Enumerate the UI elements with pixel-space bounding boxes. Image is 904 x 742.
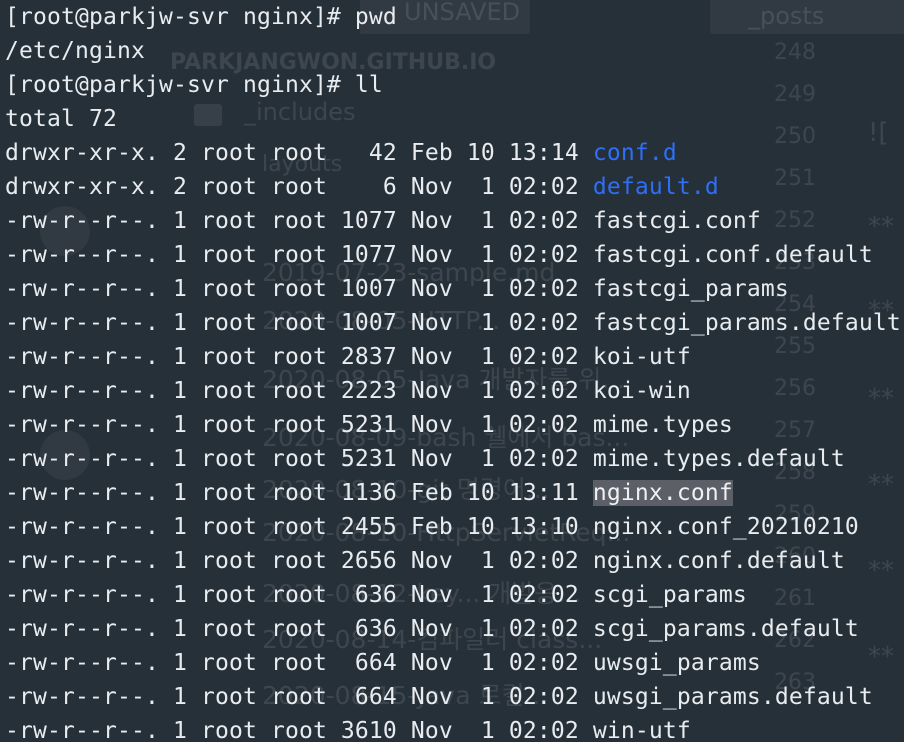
file-listing-row: -rw-r--r--. 1 root root 2656 Nov 1 02:02… [5, 544, 904, 578]
file-attributes: -rw-r--r--. 1 root root 2837 Nov 1 02:02 [5, 344, 593, 370]
file-listing-row: -rw-r--r--. 1 root root 664 Nov 1 02:02 … [5, 680, 904, 714]
file-name: scgi_params [592, 582, 747, 608]
file-attributes: -rw-r--r--. 1 root root 1077 Nov 1 02:02 [5, 242, 593, 268]
file-attributes: -rw-r--r--. 1 root root 1136 Feb 10 13:1… [5, 480, 593, 506]
file-attributes: -rw-r--r--. 1 root root 5231 Nov 1 02:02 [5, 446, 593, 472]
file-name: nginx.conf.default [592, 548, 845, 574]
file-listing-row: -rw-r--r--. 1 root root 2223 Nov 1 02:02… [5, 374, 904, 408]
command-prompt-line: [root@parkjw-svr nginx]# ll [5, 68, 904, 102]
file-listing-row: -rw-r--r--. 1 root root 1077 Nov 1 02:02… [5, 204, 904, 238]
file-listing-row: -rw-r--r--. 1 root root 5231 Nov 1 02:02… [5, 442, 904, 476]
file-attributes: -rw-r--r--. 1 root root 1007 Nov 1 02:02 [5, 310, 593, 336]
file-listing-row: -rw-r--r--. 1 root root 2837 Nov 1 02:02… [5, 340, 904, 374]
file-attributes: -rw-r--r--. 1 root root 2656 Nov 1 02:02 [5, 548, 593, 574]
file-name: mime.types.default [592, 446, 845, 472]
selected-file-name[interactable]: nginx.conf [592, 480, 733, 506]
file-listing-row: -rw-r--r--. 1 root root 636 Nov 1 02:02 … [5, 612, 904, 646]
file-listing-row: -rw-r--r--. 1 root root 2455 Feb 10 13:1… [5, 510, 904, 544]
file-listing-row: drwxr-xr-x. 2 root root 6 Nov 1 02:02 de… [5, 170, 904, 204]
file-name: fastcgi_params [592, 276, 789, 302]
file-attributes: -rw-r--r--. 1 root root 3610 Nov 1 02:02 [5, 718, 593, 742]
output-text: /etc/nginx [5, 38, 145, 64]
file-name: koi-utf [592, 344, 691, 370]
file-name: scgi_params.default [592, 616, 859, 642]
file-attributes: -rw-r--r--. 1 root root 1077 Nov 1 02:02 [5, 208, 593, 234]
file-attributes: drwxr-xr-x. 2 root root 6 Nov 1 02:02 [5, 174, 593, 200]
file-name: mime.types [592, 412, 733, 438]
file-name: nginx.conf_20210210 [592, 514, 859, 540]
terminal-window: UNSAVED _posts PARKJANGWON.GITHUB.IO _in… [0, 0, 904, 742]
command-prompt-line: [root@parkjw-svr nginx]# pwd [5, 0, 904, 34]
terminal-output[interactable]: [root@parkjw-svr nginx]# pwd/etc/nginx [r… [0, 0, 904, 742]
file-listing-row: -rw-r--r--. 1 root root 3610 Nov 1 02:02… [5, 714, 904, 742]
command-text: [root@parkjw-svr nginx]# ll [5, 72, 383, 98]
terminal-text-line: total 72 [5, 102, 904, 136]
file-attributes: -rw-r--r--. 1 root root 664 Nov 1 02:02 [5, 684, 593, 710]
file-name: fastcgi.conf [592, 208, 761, 234]
file-name: uwsgi_params.default [592, 684, 873, 710]
file-name: koi-win [592, 378, 691, 404]
file-listing-row: -rw-r--r--. 1 root root 1136 Feb 10 13:1… [5, 476, 904, 510]
file-listing-row: -rw-r--r--. 1 root root 636 Nov 1 02:02 … [5, 578, 904, 612]
file-name: fastcgi.conf.default [592, 242, 873, 268]
directory-name: default.d [592, 174, 719, 200]
file-listing-row: -rw-r--r--. 1 root root 5231 Nov 1 02:02… [5, 408, 904, 442]
command-text: [root@parkjw-svr nginx]# pwd [5, 4, 397, 30]
file-listing-row: drwxr-xr-x. 2 root root 42 Feb 10 13:14 … [5, 136, 904, 170]
file-attributes: -rw-r--r--. 1 root root 664 Nov 1 02:02 [5, 650, 593, 676]
file-listing-row: -rw-r--r--. 1 root root 1007 Nov 1 02:02… [5, 306, 904, 340]
file-listing-row: -rw-r--r--. 1 root root 1077 Nov 1 02:02… [5, 238, 904, 272]
file-attributes: -rw-r--r--. 1 root root 636 Nov 1 02:02 [5, 616, 593, 642]
file-name: fastcgi_params.default [592, 310, 901, 336]
file-listing-row: -rw-r--r--. 1 root root 664 Nov 1 02:02 … [5, 646, 904, 680]
file-attributes: -rw-r--r--. 1 root root 636 Nov 1 02:02 [5, 582, 593, 608]
file-attributes: -rw-r--r--. 1 root root 1007 Nov 1 02:02 [5, 276, 593, 302]
file-attributes: drwxr-xr-x. 2 root root 42 Feb 10 13:14 [5, 140, 593, 166]
file-name: uwsgi_params [592, 650, 761, 676]
file-attributes: -rw-r--r--. 1 root root 5231 Nov 1 02:02 [5, 412, 593, 438]
file-name: win-utf [592, 718, 691, 742]
directory-name: conf.d [592, 140, 677, 166]
file-attributes: -rw-r--r--. 1 root root 2223 Nov 1 02:02 [5, 378, 593, 404]
output-text: total 72 [5, 106, 117, 132]
file-attributes: -rw-r--r--. 1 root root 2455 Feb 10 13:1… [5, 514, 593, 540]
terminal-text-line: /etc/nginx [5, 34, 904, 68]
file-listing-row: -rw-r--r--. 1 root root 1007 Nov 1 02:02… [5, 272, 904, 306]
